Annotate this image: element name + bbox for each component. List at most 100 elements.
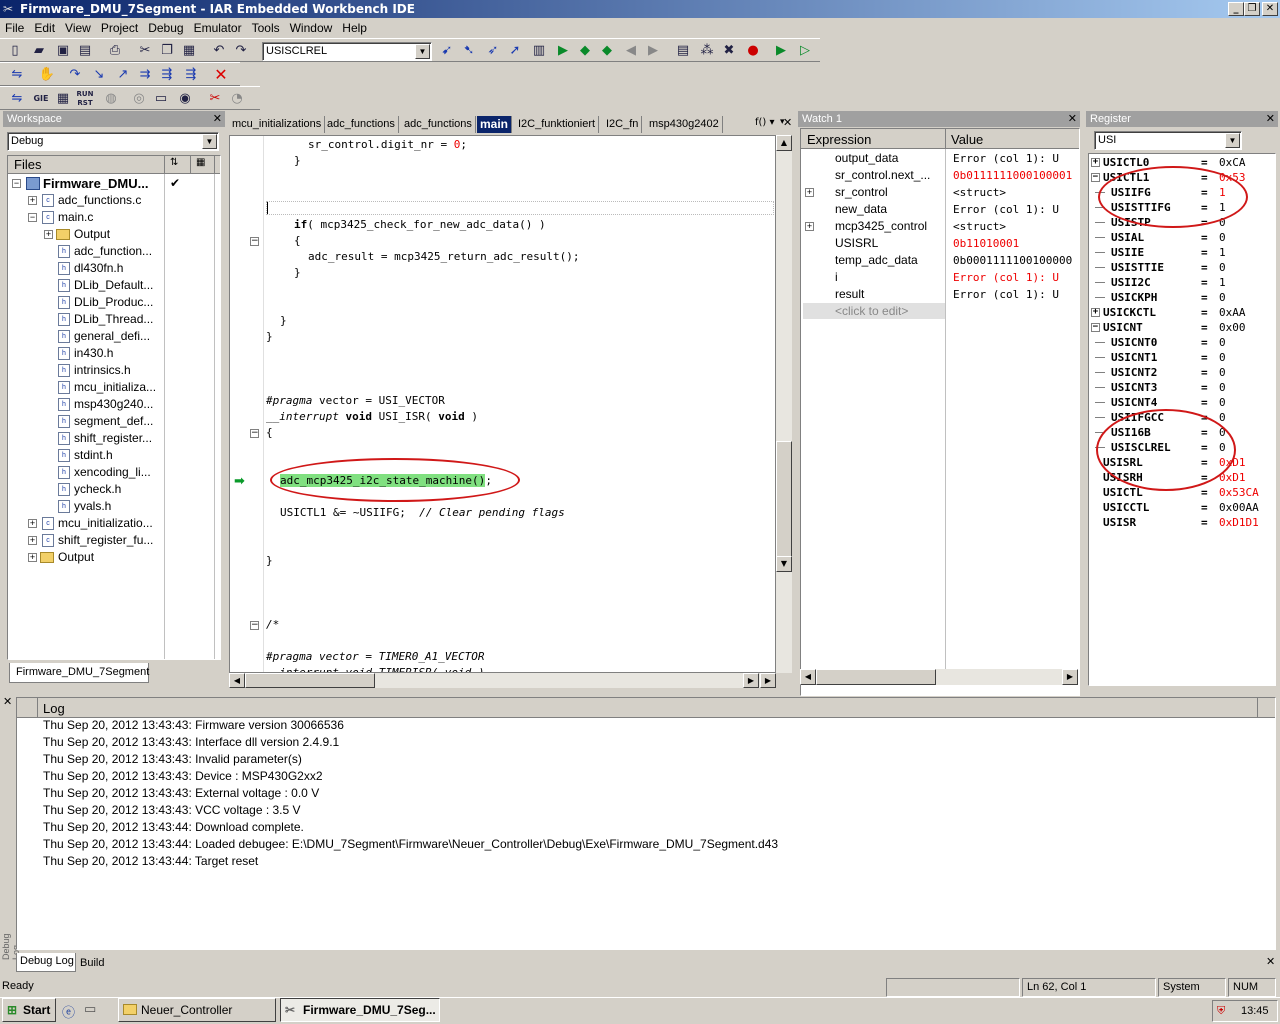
chevron-down-icon[interactable]: ▼ (415, 44, 430, 59)
register-value[interactable]: 0 (1219, 230, 1226, 245)
tab-debug-log[interactable]: Debug Log (16, 953, 76, 972)
menu-view[interactable]: View (60, 18, 96, 38)
register-value[interactable]: 1 (1219, 245, 1226, 260)
trace-icon[interactable]: ◉ (176, 90, 194, 108)
register-group-select[interactable]: USI ▼ (1094, 131, 1242, 150)
register-value[interactable]: 0x00AA (1219, 500, 1259, 515)
tab-adc-functions-2[interactable]: adc_functions (401, 116, 476, 133)
register-row[interactable]: USICNT4 = 0 (1089, 395, 1275, 410)
function-list-menu[interactable]: f() ▾ (755, 117, 775, 128)
collapse-icon[interactable]: − (1091, 173, 1100, 182)
register-value[interactable]: 0 (1219, 365, 1226, 380)
configuration-select[interactable]: Debug ▼ (7, 132, 219, 151)
column-expression[interactable]: Expression (807, 132, 871, 147)
goto-icon[interactable]: ▥ (530, 42, 548, 60)
find-combo[interactable]: USISCLREL ▼ (262, 42, 432, 61)
menu-tools[interactable]: Tools (247, 18, 285, 38)
expand-icon[interactable]: + (1091, 158, 1100, 167)
click-to-edit[interactable]: <click to edit> (835, 303, 945, 320)
register-row[interactable]: USISR = 0xD1D1 (1089, 515, 1275, 530)
register-value[interactable]: 0xCA (1219, 155, 1246, 170)
menu-debug[interactable]: Debug (143, 18, 188, 38)
close-button[interactable]: ✕ (1262, 2, 1278, 16)
toggle-breakpoint-icon[interactable]: ● (744, 42, 762, 60)
register-row[interactable]: USICCTL = 0x00AA (1089, 500, 1275, 515)
tab-msp430g2402[interactable]: msp430g2402 (646, 116, 723, 133)
workspace-tab[interactable]: Firmware_DMU_7Segment (9, 663, 149, 683)
close-icon[interactable]: ✕ (783, 116, 792, 129)
menu-edit[interactable]: Edit (29, 18, 60, 38)
expand-icon[interactable]: + (44, 230, 53, 239)
trace-settings-icon[interactable]: ◔ (228, 90, 246, 108)
register-value[interactable]: 0xD1D1 (1219, 515, 1259, 530)
editor-horizontal-scrollbar[interactable]: ◀ ▶ ▶ (229, 673, 776, 688)
register-value[interactable]: 0 (1219, 335, 1226, 350)
register-row[interactable]: USICNT2 = 0 (1089, 365, 1275, 380)
taskbar-item-explorer[interactable]: Neuer_Controller (118, 998, 276, 1022)
expand-icon[interactable]: + (28, 536, 37, 545)
scroll-left-icon[interactable]: ◀ (800, 669, 816, 685)
stop-debugging-icon[interactable]: ✕ (212, 66, 230, 84)
download-debug-icon[interactable]: ▶ (772, 42, 790, 60)
register-row[interactable]: USICNT0 = 0 (1089, 335, 1275, 350)
fold-icon[interactable]: − (250, 429, 259, 438)
collapse-icon[interactable]: − (12, 179, 21, 188)
scroll-right-icon[interactable]: ▶ (743, 673, 759, 688)
log-column-header[interactable]: Log (43, 701, 65, 716)
scroll-right-icon[interactable]: ▶ (760, 673, 776, 688)
maximize-button[interactable]: ❐ (1244, 2, 1260, 16)
previous-bookmark-icon[interactable]: ◆ (598, 42, 616, 60)
watch-row[interactable]: + mcp3425_control <struct> (801, 218, 1079, 235)
register-row[interactable]: USIAL = 0 (1089, 230, 1275, 245)
clock-icon[interactable]: ◍ (102, 90, 120, 108)
compile-icon[interactable]: ▤ (674, 42, 692, 60)
make-icon[interactable]: ⁂ (698, 42, 716, 60)
minimize-button[interactable]: _ (1228, 2, 1244, 16)
register-value[interactable]: 1 (1219, 275, 1226, 290)
sequencer-icon[interactable]: ▭ (152, 90, 170, 108)
watch-row[interactable]: sr_control.next_... 0b0111111000100001 (801, 167, 1079, 184)
code-area[interactable]: sr_control.digit_nr = 0; } if( mcp3425_c… (229, 135, 776, 673)
watch-row[interactable]: USISRL 0b11010001 (801, 235, 1079, 252)
navigate-back-icon[interactable]: ◀ (622, 42, 640, 60)
scroll-right-icon[interactable]: ▶ (1062, 669, 1078, 685)
tab-main[interactable]: main (477, 116, 513, 133)
expand-icon[interactable]: + (805, 188, 814, 197)
emulator-reset-icon[interactable]: ⇋ (8, 90, 26, 108)
tab-build[interactable]: Build (78, 955, 118, 972)
close-icon[interactable]: ✕ (3, 695, 12, 708)
menu-help[interactable]: Help (337, 18, 372, 38)
copy-icon[interactable]: ❐ (158, 42, 176, 60)
expand-icon[interactable]: + (28, 519, 37, 528)
break-icon[interactable]: ✋ (38, 66, 56, 84)
save-icon[interactable]: ▣ (54, 42, 72, 60)
navigate-forward-icon[interactable]: ▶ (644, 42, 662, 60)
register-value[interactable]: 0x53CA (1219, 485, 1259, 500)
menu-project[interactable]: Project (96, 18, 143, 38)
watch-row[interactable]: result Error (col 1): U (801, 286, 1079, 303)
redo-icon[interactable]: ↷ (232, 42, 250, 60)
collapse-icon[interactable]: − (28, 213, 37, 222)
step-out-icon[interactable]: ↗ (114, 66, 132, 84)
menu-emulator[interactable]: Emulator (189, 18, 247, 38)
shield-icon[interactable]: ⛨ (1217, 1001, 1225, 1021)
next-statement-icon[interactable]: ⇉ (136, 66, 154, 84)
watch-row[interactable]: + sr_control <struct> (801, 184, 1079, 201)
chevron-down-icon[interactable]: ▼ (202, 134, 217, 149)
ie-icon[interactable]: ⓔ (62, 1002, 75, 1021)
debug-without-download-icon[interactable]: ▷ (796, 42, 814, 60)
watch-row[interactable]: new_data Error (col 1): U (801, 201, 1079, 218)
register-row[interactable]: USICNT3 = 0 (1089, 380, 1275, 395)
watch-add-row[interactable]: <click to edit> (801, 303, 1079, 320)
next-bookmark-icon[interactable]: ◆ (576, 42, 594, 60)
menu-file[interactable]: File (0, 18, 29, 38)
new-file-icon[interactable]: ▯ (6, 42, 24, 60)
tab-i2c-fn[interactable]: I2C_fn (603, 116, 643, 133)
start-button[interactable]: ⊞ Start (2, 998, 56, 1022)
desktop-icon[interactable]: ▭ (84, 1002, 96, 1017)
step-into-icon[interactable]: ↘ (90, 66, 108, 84)
print-icon[interactable]: ⎙ (106, 42, 124, 60)
run-to-cursor-icon[interactable]: ⇶ (158, 66, 176, 84)
column-value[interactable]: Value (951, 132, 983, 147)
watch-row[interactable]: i Error (col 1): U (801, 269, 1079, 286)
